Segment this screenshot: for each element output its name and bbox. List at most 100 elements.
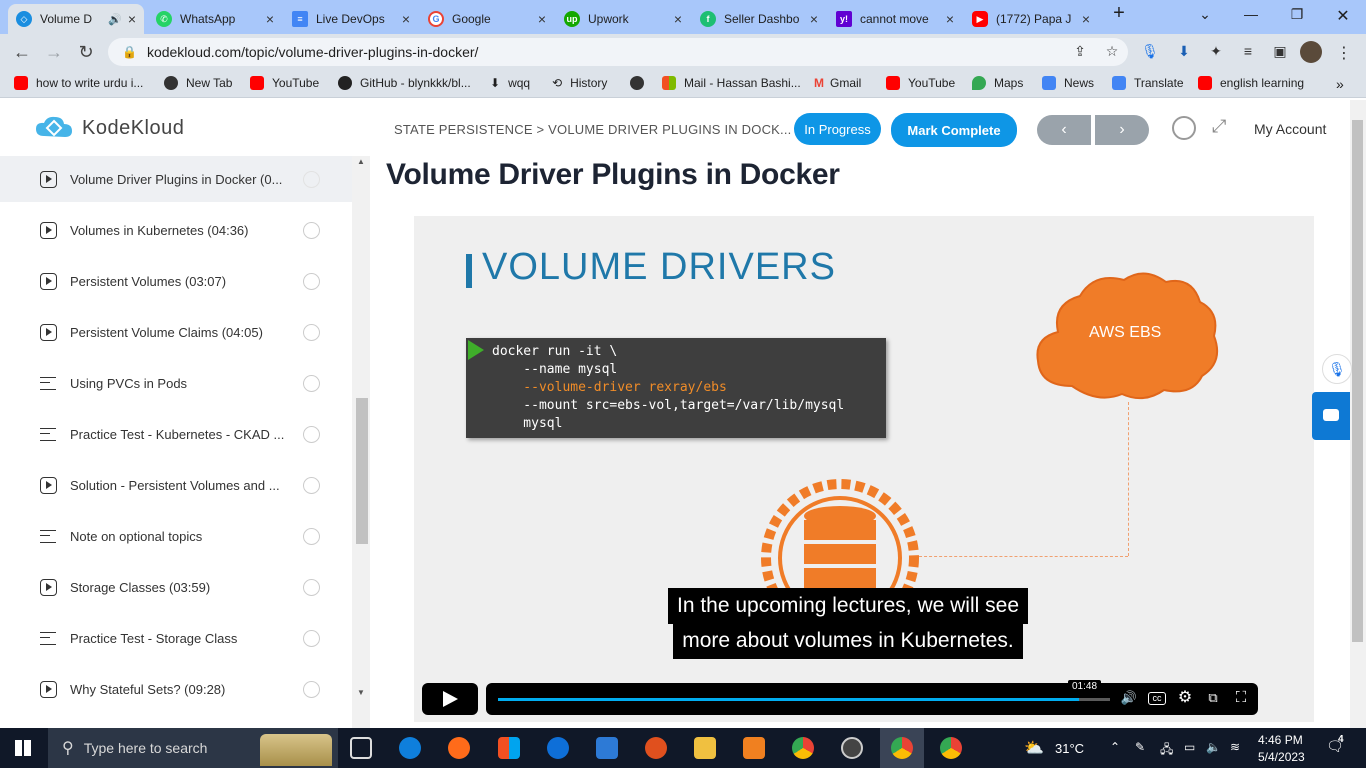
profile-avatar[interactable] [1300,41,1322,63]
tab-search-icon[interactable]: ⌄ [1190,6,1220,23]
tab-google[interactable]: G Google × [420,4,554,34]
picture-in-picture-icon[interactable]: ⧉ [1204,690,1222,706]
reload-icon[interactable]: ↻ [74,42,98,62]
back-icon[interactable]: ← [10,42,34,62]
close-tab-icon[interactable]: × [538,11,546,27]
new-tab-icon[interactable]: + [1104,2,1134,25]
file-explorer-icon[interactable] [694,737,716,759]
dark-mode-icon[interactable] [1172,116,1196,140]
lesson-item[interactable]: Using PVCs in Pods [0,360,352,406]
address-bar[interactable]: 🔒 kodekloud.com/topic/volume-driver-plug… [108,38,1128,66]
app-icon[interactable] [743,737,765,759]
tab-yahoo[interactable]: y! cannot move × [828,4,962,34]
tab-seller-dashboard[interactable]: f Seller Dashbo × [692,4,826,34]
breadcrumb[interactable]: STATE PERSISTENCE > VOLUME DRIVER PLUGIN… [394,122,791,137]
media-control-icon[interactable]: ≡ [1238,43,1258,61]
battery-icon[interactable]: ▭ [1184,740,1195,754]
edge-icon[interactable] [399,737,421,759]
close-tab-icon[interactable]: × [946,11,954,27]
pen-icon[interactable]: ✎ [1135,740,1145,754]
completion-circle-icon[interactable] [303,323,320,341]
lock-icon[interactable]: 🔒 [122,45,137,59]
tray-overflow-icon[interactable]: ⌃ [1110,740,1120,754]
bookmark-item[interactable]: M Gmail [814,76,861,90]
share-icon[interactable]: ⇪ [1070,43,1090,61]
network-icon[interactable]: 🖧 [1160,740,1173,761]
expand-icon[interactable]: ⤢ [1212,116,1226,137]
sidebar-scroll-thumb[interactable] [356,398,368,544]
skype-icon[interactable] [547,737,569,759]
bookmark-item[interactable]: english learning [1198,76,1304,90]
completion-circle-icon[interactable] [303,170,320,188]
mail-icon[interactable] [596,737,618,759]
bookmark-item[interactable]: News [1042,76,1094,90]
tab-youtube[interactable]: ▶ (1772) Papa J × [964,4,1098,34]
lesson-item[interactable]: Practice Test - Kubernetes - CKAD ... [0,411,352,457]
fullscreen-icon[interactable]: ⛶ [1232,690,1250,706]
lesson-item[interactable]: Storage Classes (03:59) [0,564,352,610]
chrome-icon[interactable] [792,737,814,759]
clock-time[interactable]: 4:46 PM [1258,733,1303,747]
bookmark-item[interactable]: Translate [1112,76,1184,90]
tab-kodekloud[interactable]: ◇ Volume D 🔊 × [8,4,144,34]
menu-kebab-icon[interactable]: ⋮ [1334,43,1354,62]
completion-circle-icon[interactable] [303,425,320,443]
close-tab-icon[interactable]: × [810,11,818,27]
completion-circle-icon[interactable] [303,272,320,290]
temperature[interactable]: 31°C [1055,741,1084,756]
lesson-item[interactable]: Persistent Volumes (03:07) [0,258,352,304]
close-tab-icon[interactable]: × [1082,11,1090,27]
bookmark-item[interactable] [630,76,652,90]
scroll-up-arrow-icon[interactable]: ▲ [357,157,365,166]
close-tab-icon[interactable]: × [674,11,682,27]
bookmark-item[interactable]: New Tab [164,76,232,90]
clock-date[interactable]: 5/4/2023 [1258,750,1305,764]
my-account-link[interactable]: My Account [1254,121,1326,137]
bookmark-item[interactable]: ⟲ History [552,76,607,90]
completion-circle-icon[interactable] [303,476,320,494]
mark-complete-button[interactable]: Mark Complete [891,113,1017,147]
bookmark-item[interactable]: Mail - Hassan Bashi... [662,76,801,90]
page-scroll-thumb[interactable] [1352,120,1363,642]
close-tab-icon[interactable]: × [128,11,136,27]
app-icon[interactable] [841,737,863,759]
completion-circle-icon[interactable] [303,578,320,596]
completion-circle-icon[interactable] [303,629,320,647]
windows-start-icon[interactable] [15,740,31,756]
tab-live-devops[interactable]: ≡ Live DevOps × [284,4,418,34]
lesson-item[interactable]: Solution - Persistent Volumes and ... [0,462,352,508]
completion-circle-icon[interactable] [303,221,320,239]
weather-icon[interactable]: ⛅ [1024,738,1044,758]
bookmark-item[interactable]: ⬇ wqq [490,76,530,90]
bookmark-star-icon[interactable]: ☆ [1102,43,1122,61]
forward-icon[interactable]: → [42,42,66,62]
chat-widget-button[interactable] [1312,392,1350,440]
taskbar-search-box[interactable]: ⚲ Type here to search [48,728,338,768]
bookmark-item[interactable]: YouTube [250,76,319,90]
bookmark-item[interactable]: how to write urdu i... [14,76,143,90]
close-tab-icon[interactable]: × [266,11,274,27]
side-panel-icon[interactable]: ▣ [1270,43,1290,61]
close-window-icon[interactable]: ✕ [1328,6,1358,26]
speaker-tray-icon[interactable]: 🔈 [1206,740,1221,754]
task-view-icon[interactable] [350,737,372,759]
lesson-item[interactable]: Volumes in Kubernetes (04:36) [0,207,352,253]
settings-gear-icon[interactable]: ⚙ [1176,690,1194,706]
captions-icon[interactable]: cc [1148,692,1166,705]
maximize-icon[interactable]: ❐ [1282,6,1312,23]
extensions-icon[interactable]: ✦ [1206,43,1226,61]
voice-search-icon[interactable]: 🎙 [1322,354,1352,384]
minimize-icon[interactable]: — [1236,6,1266,22]
completion-circle-icon[interactable] [303,527,320,545]
chrome-profile-icon[interactable] [940,737,962,759]
kodekloud-logo[interactable]: KodeKloud [34,114,184,142]
lesson-item[interactable]: Volume Driver Plugins in Docker (0... [0,156,352,202]
previous-lesson-button[interactable]: ‹ [1037,115,1091,145]
completion-circle-icon[interactable] [303,374,320,392]
tab-upwork[interactable]: up Upwork × [556,4,690,34]
microphone-icon[interactable]: 🎙 [1140,43,1160,61]
lesson-item[interactable]: Practice Test - Storage Class [0,615,352,661]
lesson-item[interactable]: Persistent Volume Claims (04:05) [0,309,352,355]
bookmark-item[interactable]: YouTube [886,76,955,90]
completion-circle-icon[interactable] [303,680,320,698]
